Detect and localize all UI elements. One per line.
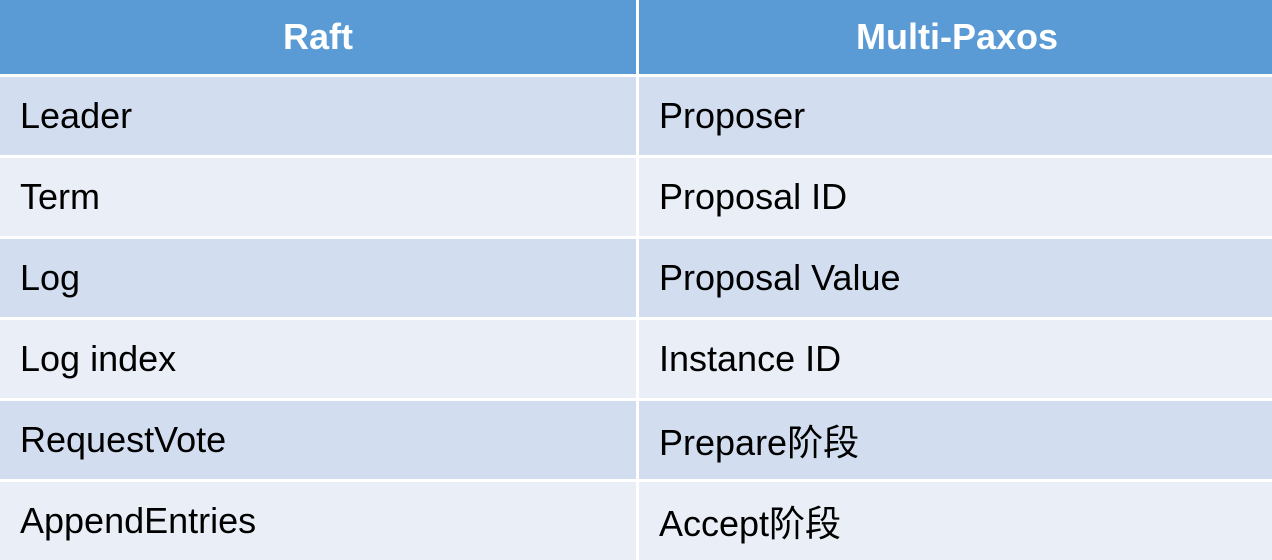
cell-multi-paxos: Prepare阶段 xyxy=(639,401,1272,479)
cell-raft: AppendEntries xyxy=(0,482,636,560)
cell-multi-paxos: Accept阶段 xyxy=(639,482,1272,560)
cell-raft: Term xyxy=(0,158,636,236)
comparison-table: Raft Multi-Paxos Leader Proposer Term Pr… xyxy=(0,0,1272,560)
cell-multi-paxos: Proposal Value xyxy=(639,239,1272,317)
header-raft: Raft xyxy=(0,0,636,74)
cell-raft: Log index xyxy=(0,320,636,398)
cell-raft: Log xyxy=(0,239,636,317)
cell-multi-paxos: Instance ID xyxy=(639,320,1272,398)
header-multi-paxos: Multi-Paxos xyxy=(639,0,1272,74)
cell-multi-paxos: Proposal ID xyxy=(639,158,1272,236)
cell-multi-paxos: Proposer xyxy=(639,77,1272,155)
cell-raft: RequestVote xyxy=(0,401,636,479)
cell-raft: Leader xyxy=(0,77,636,155)
